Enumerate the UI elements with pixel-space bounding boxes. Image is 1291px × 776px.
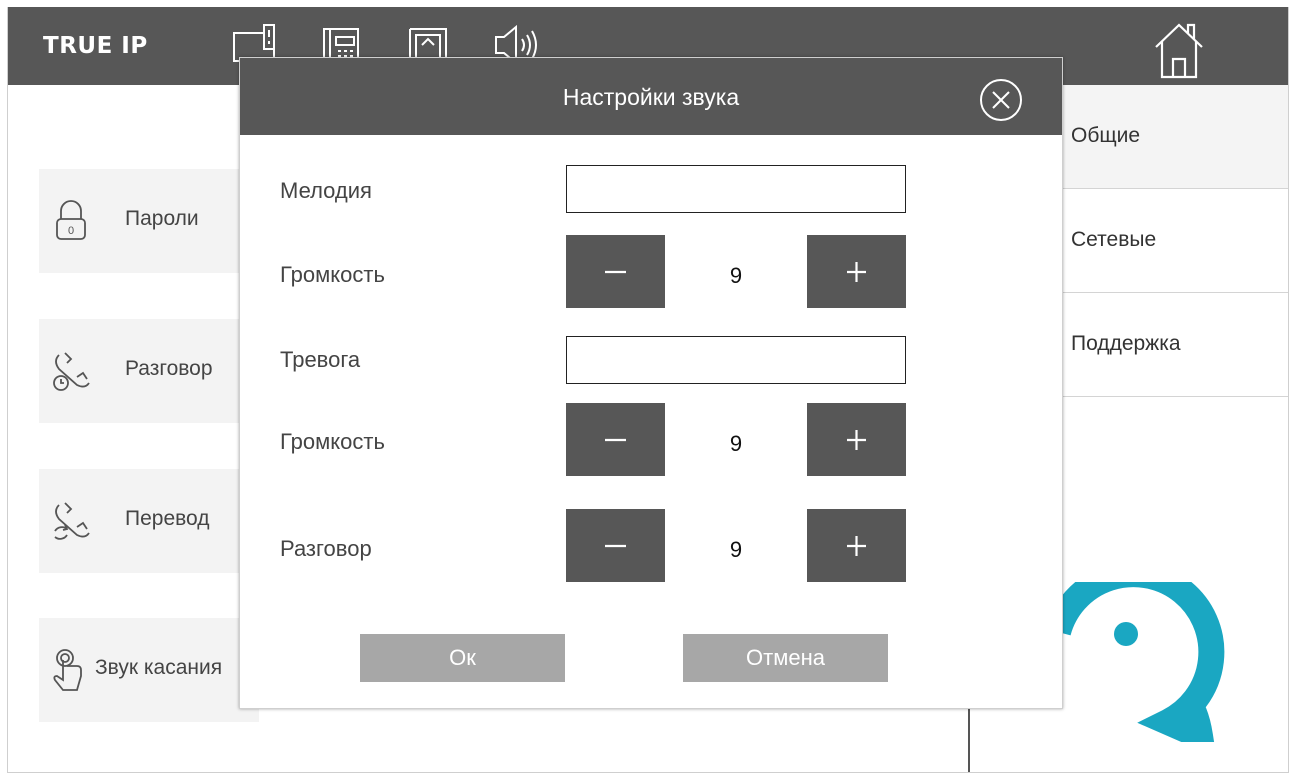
- ring-volume-label: Громкость: [280, 262, 385, 287]
- tile-label: Пароли: [125, 207, 199, 230]
- nav-network[interactable]: Сетевые: [1058, 189, 1288, 293]
- divider: [968, 707, 970, 772]
- touch-icon: [47, 646, 91, 694]
- talk-volume-increase-button[interactable]: [807, 509, 906, 582]
- alarm-volume-value: 9: [729, 431, 743, 456]
- melody-label: Мелодия: [280, 178, 372, 203]
- dialog-header: Настройки звука: [240, 58, 1062, 135]
- alarm-volume-decrease-button[interactable]: [566, 403, 665, 476]
- ring-volume-decrease-button[interactable]: [566, 235, 665, 308]
- close-icon[interactable]: [978, 77, 1024, 123]
- ring-volume-increase-button[interactable]: [807, 235, 906, 308]
- conversation-icon: [49, 347, 93, 395]
- alarm-field[interactable]: [566, 336, 906, 384]
- talk-volume-label: Разговор: [280, 536, 372, 561]
- nav-label: Поддержка: [1071, 332, 1181, 355]
- brand-logo: TRUE IP: [43, 33, 148, 59]
- cancel-button[interactable]: Отмена: [683, 634, 888, 682]
- transfer-icon: [49, 497, 93, 545]
- ring-volume-value: 9: [729, 263, 743, 288]
- svg-text:0: 0: [68, 225, 74, 237]
- tile-transfer[interactable]: Перевод: [39, 469, 259, 573]
- alarm-label: Тревога: [280, 347, 361, 372]
- tile-touch-sound[interactable]: Звук касания: [39, 618, 259, 722]
- padlock-icon: 0: [49, 197, 93, 245]
- plus-icon: [847, 430, 866, 450]
- nav-label: Общие: [1071, 124, 1141, 147]
- sound-settings-dialog: Настройки звука Мелодия Громкость 9 Трев…: [239, 57, 1063, 709]
- talk-volume-decrease-button[interactable]: [566, 509, 665, 582]
- plus-icon: [847, 536, 866, 556]
- app-frame: TRUE IP 0 Пароли Разговор Перевод Звук к…: [7, 7, 1289, 773]
- minus-icon: [605, 438, 626, 442]
- nav-support[interactable]: Поддержка: [1058, 293, 1288, 397]
- tile-label: Звук касания: [95, 656, 223, 679]
- tile-label: Перевод: [125, 507, 210, 530]
- ok-button[interactable]: Ок: [360, 634, 565, 682]
- home-icon[interactable]: [1148, 19, 1210, 81]
- minus-icon: [605, 544, 626, 548]
- tile-conversation[interactable]: Разговор: [39, 319, 259, 423]
- alarm-volume-label: Громкость: [280, 429, 385, 454]
- tile-passwords[interactable]: 0 Пароли: [39, 169, 259, 273]
- tile-label: Разговор: [125, 357, 213, 380]
- nav-general[interactable]: Общие: [1058, 85, 1288, 189]
- alarm-volume-increase-button[interactable]: [807, 403, 906, 476]
- talk-volume-value: 9: [729, 537, 743, 562]
- dialog-title: Настройки звука: [562, 84, 740, 110]
- nav-label: Сетевые: [1071, 228, 1157, 251]
- melody-field[interactable]: [566, 165, 906, 213]
- plus-icon: [847, 262, 866, 282]
- minus-icon: [605, 270, 626, 274]
